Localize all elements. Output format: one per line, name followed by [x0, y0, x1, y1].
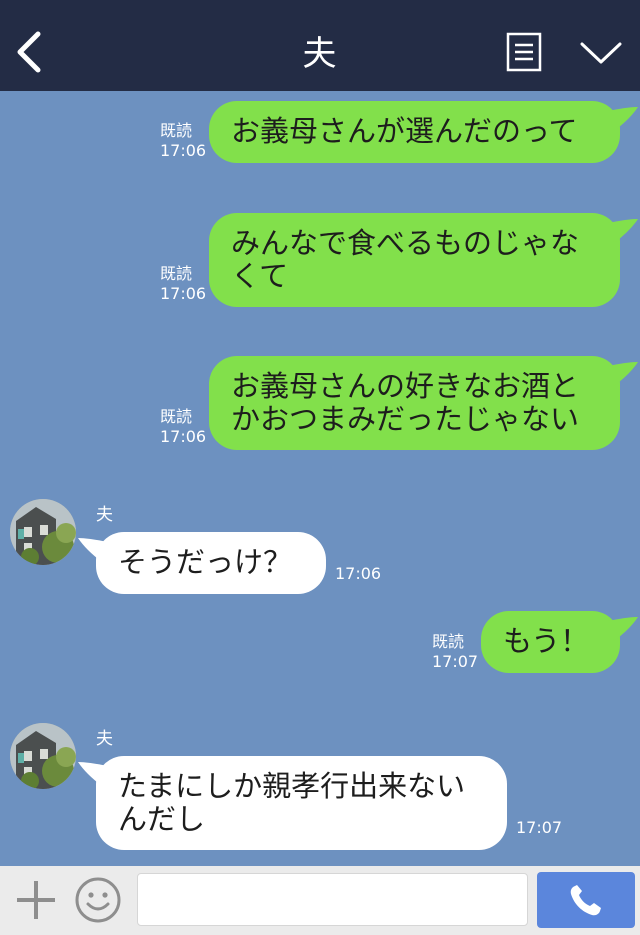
- message-time: 17:07: [432, 652, 479, 671]
- plus-icon[interactable]: [14, 878, 58, 922]
- avatar[interactable]: [10, 499, 76, 565]
- message-meta: 既読 17:06: [160, 121, 206, 161]
- phone-icon: [570, 885, 601, 916]
- bubble-tail: [608, 617, 638, 641]
- incoming-message-bubble[interactable]: たまにしか親孝行出来ないんだし: [78, 756, 507, 850]
- bubble-tail: [608, 362, 638, 386]
- chat-title: 夫: [302, 34, 338, 74]
- message-text: そうだっけ？: [118, 545, 293, 579]
- read-receipt: 既読: [160, 407, 193, 426]
- sender-name: 夫: [96, 505, 113, 525]
- message-text: お義母さんが選んだのって: [231, 114, 578, 148]
- call-button[interactable]: [537, 872, 635, 928]
- bubble-tail: [78, 762, 108, 786]
- chat-header: 夫: [0, 0, 640, 91]
- bubble-tail: [608, 219, 638, 243]
- message-input[interactable]: [137, 873, 528, 926]
- avatar-photo: [10, 499, 76, 565]
- message-time: 17:06: [160, 284, 207, 303]
- message-time: 17:07: [516, 818, 563, 837]
- sender-name: 夫: [96, 729, 113, 749]
- read-receipt: 既読: [432, 632, 465, 651]
- bubble-tail: [78, 538, 108, 562]
- message-time: 17:06: [160, 141, 207, 160]
- message-text: たまにしか親孝行出来ないんだし: [118, 769, 466, 836]
- message-composer: [0, 866, 640, 935]
- chevron-down-icon[interactable]: [580, 40, 622, 68]
- message-meta: 既読 17:06: [160, 264, 206, 304]
- read-receipt: 既読: [160, 121, 193, 140]
- message-time: 17:06: [160, 427, 207, 446]
- avatar[interactable]: [10, 723, 76, 789]
- message-text: もう！: [503, 624, 590, 658]
- bubble-tail: [608, 107, 638, 131]
- message-meta: 既読 17:07: [432, 632, 478, 672]
- message-text: お義母さんの好きなお酒とかおつまみだったじゃない: [231, 369, 580, 436]
- outgoing-message-bubble[interactable]: みんなで食べるものじゃなくて: [209, 213, 638, 307]
- incoming-message-bubble[interactable]: そうだっけ？: [78, 532, 326, 594]
- message-time: 17:06: [335, 564, 382, 583]
- message-list[interactable]: 既読 17:06 お義母さんが選んだのって 既読 17:06 みんなで食べるもの…: [0, 91, 640, 866]
- notes-icon[interactable]: [506, 32, 542, 72]
- outgoing-message-bubble[interactable]: お義母さんが選んだのって: [209, 101, 638, 163]
- message-meta: 既読 17:06: [160, 407, 206, 447]
- smiley-icon[interactable]: [74, 876, 122, 924]
- outgoing-message-bubble[interactable]: もう！: [481, 611, 638, 673]
- outgoing-message-bubble[interactable]: お義母さんの好きなお酒とかおつまみだったじゃない: [209, 356, 638, 450]
- message-text: みんなで食べるものじゃなくて: [231, 226, 580, 293]
- read-receipt: 既読: [160, 264, 193, 283]
- avatar-photo: [10, 723, 76, 789]
